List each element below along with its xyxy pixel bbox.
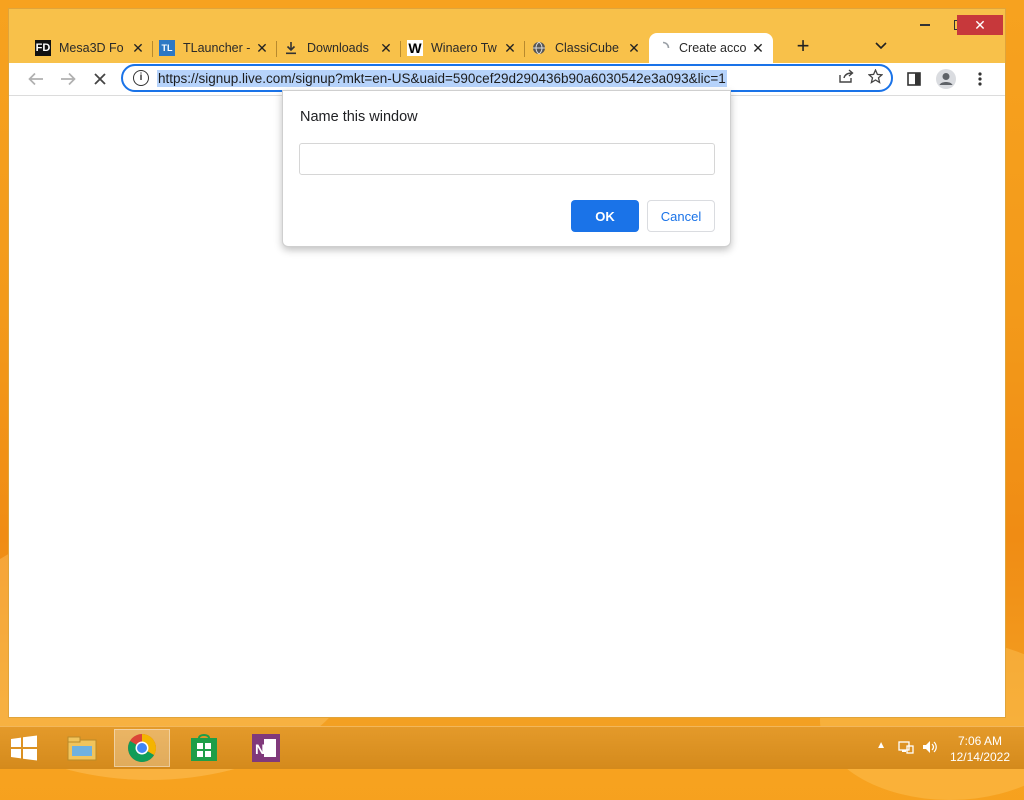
tab-winaero[interactable]: W Winaero Tw ✕ (401, 33, 525, 63)
ok-button[interactable]: OK (571, 200, 639, 232)
tab-close-icon[interactable]: ✕ (749, 40, 767, 57)
network-icon[interactable] (898, 740, 914, 754)
bookmark-star-icon[interactable] (867, 68, 884, 88)
file-explorer-icon (67, 736, 97, 761)
close-window-button[interactable]: ✕ (957, 15, 1003, 35)
tab-title: Winaero Tw (431, 41, 497, 55)
taskbar-file-explorer[interactable] (54, 729, 110, 767)
profile-button[interactable] (933, 67, 959, 91)
taskbar-chrome[interactable] (114, 729, 170, 767)
cancel-button[interactable]: Cancel (647, 200, 715, 232)
share-icon[interactable] (839, 69, 854, 88)
svg-text:N: N (255, 741, 265, 757)
more-vert-icon (978, 72, 982, 86)
forward-arrow-icon (61, 72, 76, 86)
new-tab-button[interactable]: + (791, 35, 815, 59)
back-button[interactable] (23, 67, 49, 91)
stop-loading-button[interactable] (87, 67, 113, 91)
url-text[interactable]: https://signup.live.com/signup?mkt=en-US… (157, 69, 727, 87)
tab-close-icon[interactable]: ✕ (253, 40, 271, 57)
window-name-input[interactable] (299, 143, 715, 175)
info-icon[interactable]: i (133, 70, 149, 86)
stop-icon (94, 73, 106, 85)
close-icon: ✕ (974, 16, 986, 33)
tab-title: Create acco (679, 41, 747, 55)
title-bar: ✕ FD Mesa3D Fo ✕ TL TLauncher - ✕ Downlo… (9, 9, 1005, 63)
tab-title: Mesa3D Fo (59, 41, 124, 55)
windows-logo-icon (11, 735, 37, 761)
tab-downloads[interactable]: Downloads ✕ (277, 33, 401, 63)
download-icon (283, 40, 299, 56)
tab-mesa3d[interactable]: FD Mesa3D Fo ✕ (29, 33, 153, 63)
taskbar: N ▲ 7:06 AM 12/14/2022 (0, 726, 1024, 769)
clock-date: 12/14/2022 (949, 750, 1010, 764)
dialog-title: Name this window (300, 109, 418, 125)
menu-button[interactable] (967, 67, 993, 91)
tab-search-button[interactable] (871, 37, 891, 57)
globe-icon (531, 40, 547, 56)
mesa3d-favicon-icon: FD (35, 40, 51, 56)
side-panel-icon (907, 72, 921, 86)
taskbar-onenote[interactable]: N (238, 729, 294, 767)
plus-icon: + (796, 33, 810, 58)
winaero-favicon-icon: W (407, 40, 423, 56)
back-arrow-icon (28, 72, 43, 86)
tlauncher-favicon-icon: TL (159, 40, 175, 56)
chrome-icon (128, 734, 156, 762)
taskbar-store[interactable] (176, 729, 232, 767)
minimize-button[interactable] (909, 15, 941, 35)
volume-icon[interactable] (922, 740, 938, 754)
clock[interactable]: 7:06 AM 12/14/2022 (950, 733, 1010, 765)
store-icon (191, 734, 217, 761)
forward-button[interactable] (55, 67, 81, 91)
name-window-dialog: Name this window OK Cancel (282, 90, 731, 247)
start-button[interactable] (10, 735, 38, 761)
clock-time: 7:06 AM (957, 734, 1002, 748)
tab-classicube[interactable]: ClassiCube ✕ (525, 33, 649, 63)
address-bar[interactable]: i https://signup.live.com/signup?mkt=en-… (121, 64, 893, 92)
tab-close-icon[interactable]: ✕ (625, 40, 643, 57)
loading-spinner-icon (655, 40, 671, 56)
onenote-icon: N (252, 734, 280, 762)
tab-close-icon[interactable]: ✕ (501, 40, 519, 57)
avatar-icon (936, 69, 956, 89)
tab-close-icon[interactable]: ✕ (129, 40, 147, 57)
side-panel-button[interactable] (901, 67, 927, 91)
tab-close-icon[interactable]: ✕ (377, 40, 395, 57)
tray-overflow-icon[interactable]: ▲ (876, 740, 886, 751)
tab-title: TLauncher - (183, 41, 251, 55)
tab-create-account[interactable]: Create acco ✕ (649, 33, 773, 63)
tab-strip: FD Mesa3D Fo ✕ TL TLauncher - ✕ Download… (29, 33, 773, 63)
chevron-down-icon (875, 42, 887, 50)
minimize-icon (920, 24, 930, 26)
tab-title: Downloads (307, 41, 369, 55)
tab-tlauncher[interactable]: TL TLauncher - ✕ (153, 33, 277, 63)
tab-title: ClassiCube (555, 41, 619, 55)
